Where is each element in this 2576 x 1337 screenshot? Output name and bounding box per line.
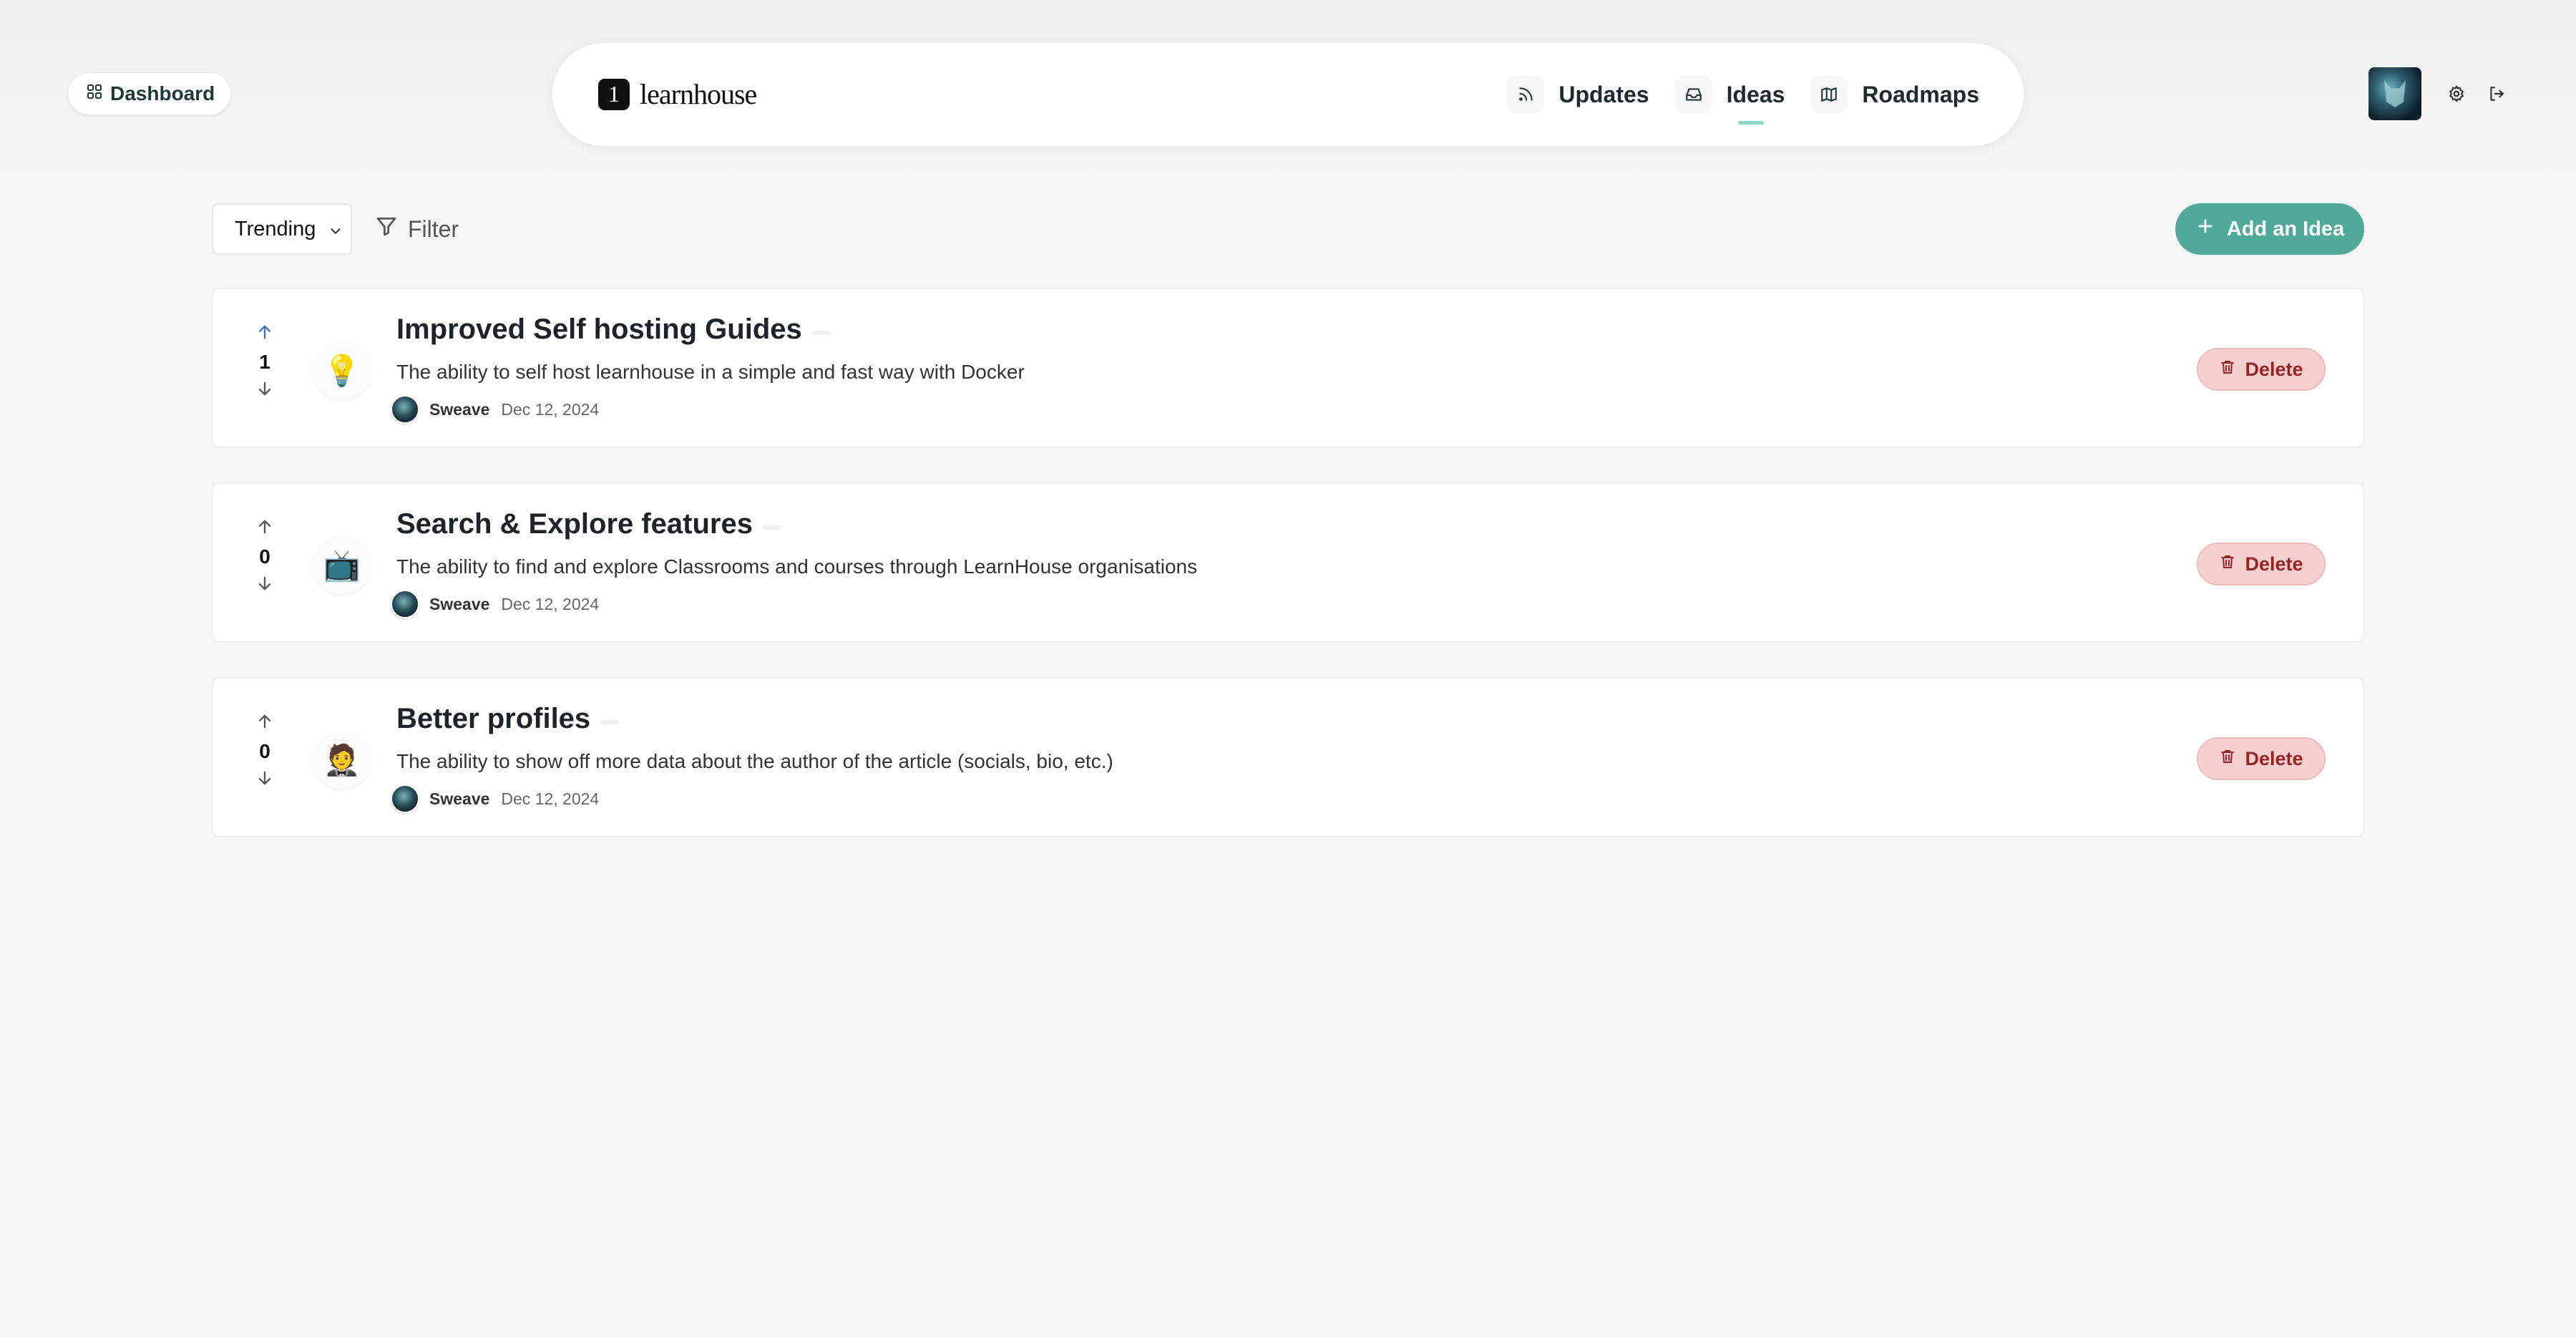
vote-control: 0 xyxy=(250,517,279,610)
idea-description: The ability to show off more data about … xyxy=(396,750,1113,772)
idea-card[interactable]: 0 🤵 Better profiles The ability to show … xyxy=(212,677,2364,837)
idea-meta: Sweave Dec 12, 2024 xyxy=(391,784,599,813)
delete-label: Delete xyxy=(2245,358,2303,380)
plus-icon xyxy=(2195,216,2215,242)
nav-label-updates: Updates xyxy=(1558,81,1649,107)
sort-value: Trending xyxy=(235,217,316,240)
dashboard-label: Dashboard xyxy=(110,82,215,104)
active-indicator xyxy=(1737,121,1764,125)
idea-title[interactable]: Improved Self hosting Guides xyxy=(396,313,802,346)
author-name: Sweave xyxy=(429,594,490,613)
title-pill xyxy=(763,525,781,530)
nav-label-ideas: Ideas xyxy=(1726,81,1785,107)
idea-description: The ability to find and explore Classroo… xyxy=(396,555,1198,578)
add-idea-label: Add an Idea xyxy=(2226,217,2345,240)
author-name: Sweave xyxy=(429,399,490,419)
title-pill xyxy=(811,330,831,335)
downvote-arrow-icon[interactable] xyxy=(255,573,275,597)
brand-logo[interactable]: 1 learnhouse xyxy=(598,77,757,111)
filter-label: Filter xyxy=(408,215,459,242)
upvote-arrow-icon[interactable] xyxy=(255,711,275,735)
logout-icon[interactable] xyxy=(2486,83,2507,104)
author-avatar xyxy=(391,395,419,424)
idea-title[interactable]: Better profiles xyxy=(396,703,590,735)
idea-meta: Sweave Dec 12, 2024 xyxy=(391,590,599,618)
vote-count: 1 xyxy=(259,351,270,373)
idea-date: Dec 12, 2024 xyxy=(501,399,600,419)
downvote-arrow-icon[interactable] xyxy=(255,379,275,402)
author-avatar xyxy=(391,590,419,618)
nav-item-roadmaps[interactable]: Roadmaps xyxy=(1810,70,1979,119)
author-name: Sweave xyxy=(429,789,490,808)
idea-card[interactable]: 1 💡 Improved Self hosting Guides The abi… xyxy=(212,288,2364,448)
vote-count: 0 xyxy=(259,740,270,762)
logo-text: learnhouse xyxy=(640,78,757,110)
delete-button[interactable]: Delete xyxy=(2197,348,2326,391)
idea-emoji: 🤵 xyxy=(313,731,371,789)
gear-icon[interactable] xyxy=(2446,83,2467,104)
delete-button[interactable]: Delete xyxy=(2197,737,2326,780)
idea-card[interactable]: 0 📺 Search & Explore features The abilit… xyxy=(212,482,2364,643)
inbox-icon xyxy=(1674,76,1712,113)
vote-count: 0 xyxy=(259,545,270,568)
grid-icon xyxy=(86,82,103,105)
vote-control: 1 xyxy=(250,322,279,415)
upvote-arrow-icon[interactable] xyxy=(255,517,275,540)
filter-button[interactable]: Filter xyxy=(375,212,459,246)
idea-emoji: 📺 xyxy=(313,537,371,594)
delete-label: Delete xyxy=(2245,553,2303,575)
idea-meta: Sweave Dec 12, 2024 xyxy=(391,395,599,424)
nav-label-roadmaps: Roadmaps xyxy=(1862,81,1979,107)
top-navigation: 1 learnhouse Updates Ideas Roadmaps xyxy=(552,43,2024,146)
idea-date: Dec 12, 2024 xyxy=(501,789,600,808)
map-icon xyxy=(1810,76,1848,113)
idea-date: Dec 12, 2024 xyxy=(501,594,600,613)
idea-title[interactable]: Search & Explore features xyxy=(396,508,753,540)
vote-control: 0 xyxy=(250,711,279,804)
logo-mark: 1 xyxy=(598,78,630,110)
idea-emoji: 💡 xyxy=(313,342,371,399)
filter-icon xyxy=(375,215,398,243)
downvote-arrow-icon[interactable] xyxy=(255,768,275,792)
trash-icon xyxy=(2219,553,2236,575)
trash-icon xyxy=(2219,748,2236,770)
add-idea-button[interactable]: Add an Idea xyxy=(2175,203,2364,255)
delete-button[interactable]: Delete xyxy=(2197,543,2326,585)
avatar[interactable] xyxy=(2368,67,2421,120)
nav-item-ideas[interactable]: Ideas xyxy=(1674,70,1785,125)
upvote-arrow-icon[interactable] xyxy=(255,322,275,346)
dashboard-button[interactable]: Dashboard xyxy=(69,73,231,115)
delete-label: Delete xyxy=(2245,747,2303,769)
sort-select[interactable]: Trending xyxy=(212,203,352,255)
idea-description: The ability to self host learnhouse in a… xyxy=(396,361,1025,383)
title-pill xyxy=(600,719,620,724)
author-avatar xyxy=(391,784,419,813)
rss-icon xyxy=(1507,76,1545,113)
nav-item-updates[interactable]: Updates xyxy=(1507,70,1649,119)
trash-icon xyxy=(2219,359,2236,381)
